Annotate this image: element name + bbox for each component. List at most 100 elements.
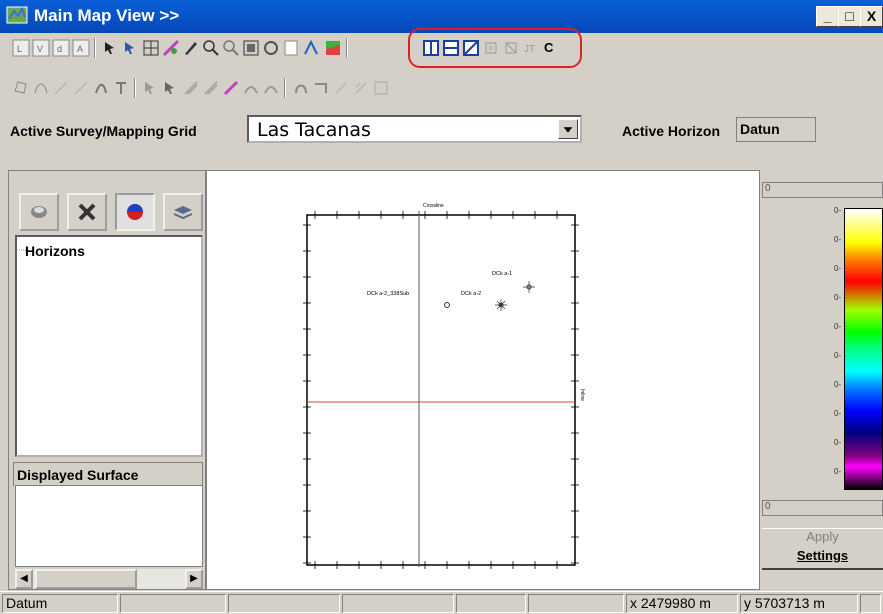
trace2-icon[interactable] bbox=[262, 79, 280, 97]
snap-icon[interactable] bbox=[292, 79, 310, 97]
scroll-thumb[interactable] bbox=[35, 569, 137, 589]
well-marker-1[interactable] bbox=[444, 302, 450, 308]
draw-icon[interactable] bbox=[182, 39, 200, 57]
tb-d-icon[interactable]: d bbox=[52, 39, 70, 57]
fault-tab-button[interactable] bbox=[67, 193, 107, 231]
fault-icon[interactable] bbox=[112, 79, 130, 97]
app-map-icon bbox=[6, 6, 28, 24]
layers-icon bbox=[173, 206, 193, 220]
tb-l-icon[interactable]: L bbox=[12, 39, 30, 57]
svg-text:d: d bbox=[57, 44, 62, 54]
status-cell-3 bbox=[228, 594, 340, 613]
well-marker-2[interactable] bbox=[495, 299, 507, 311]
status-y-coord: y 5703713 m bbox=[740, 594, 858, 613]
measure-icon[interactable] bbox=[162, 39, 180, 57]
svg-text:V: V bbox=[37, 44, 43, 54]
color-scale-tick-label: 0- bbox=[834, 235, 842, 244]
info-icon[interactable] bbox=[282, 39, 300, 57]
trace-icon[interactable] bbox=[242, 79, 260, 97]
survey-grid-value: Las Tacanas bbox=[257, 119, 371, 141]
zoom-out-icon[interactable] bbox=[222, 39, 240, 57]
status-cell-6 bbox=[528, 594, 624, 613]
edit-icon[interactable] bbox=[92, 79, 110, 97]
snap5-icon[interactable] bbox=[372, 79, 390, 97]
surface-icon[interactable] bbox=[324, 39, 342, 57]
map-canvas[interactable]: Crossline Inline DCk a-2_338Sub DCk a-2 … bbox=[206, 170, 760, 590]
horizon-tree[interactable]: Horizons bbox=[15, 235, 203, 457]
status-cell-4 bbox=[342, 594, 454, 613]
well-marker-3[interactable] bbox=[523, 281, 535, 293]
snap3-icon[interactable] bbox=[332, 79, 350, 97]
grid-icon[interactable] bbox=[142, 39, 160, 57]
tree-item-horizons[interactable]: Horizons bbox=[25, 243, 85, 259]
layers-tab-button[interactable] bbox=[163, 193, 203, 231]
highlight-annotation bbox=[408, 28, 582, 68]
polygon-icon[interactable] bbox=[12, 79, 30, 97]
horizon-icon bbox=[31, 206, 47, 218]
pick-icon[interactable] bbox=[142, 79, 160, 97]
left-panel: Horizons Displayed Surface ◀ ▶ bbox=[8, 170, 206, 590]
zoom-in-icon[interactable] bbox=[202, 39, 220, 57]
window-title: Main Map View >> bbox=[34, 6, 180, 25]
pick3-icon[interactable] bbox=[182, 79, 200, 97]
active-horizon-field[interactable]: Datun bbox=[736, 117, 816, 142]
dropdown-arrow-icon[interactable] bbox=[558, 119, 578, 139]
color-scale-tick-label: 0- bbox=[834, 206, 842, 215]
pen-icon[interactable] bbox=[72, 79, 90, 97]
color-scale-tick-label: 0- bbox=[834, 322, 842, 331]
color-scale-max[interactable]: 0 bbox=[762, 182, 883, 198]
svg-text:A: A bbox=[77, 44, 83, 54]
status-cell-2 bbox=[120, 594, 226, 613]
snap4-icon[interactable] bbox=[352, 79, 370, 97]
snap2-icon[interactable] bbox=[312, 79, 330, 97]
svg-text:L: L bbox=[17, 44, 22, 54]
curve-icon[interactable] bbox=[32, 79, 50, 97]
color-scale-bar bbox=[844, 208, 883, 490]
color-scale-panel: 0 0- 0- 0- 0- 0- 0- 0- 0- 0- 0- 0 Apply Settings bbox=[760, 176, 883, 590]
horizontal-scrollbar[interactable]: ◀ ▶ bbox=[15, 569, 203, 589]
pick2-icon[interactable] bbox=[162, 79, 180, 97]
resize-grip-icon[interactable] bbox=[860, 594, 881, 613]
rotate-icon[interactable] bbox=[262, 39, 280, 57]
color-scale-tick-label: 0- bbox=[834, 351, 842, 360]
color-scale-tick-label: 0- bbox=[834, 264, 842, 273]
move-icon[interactable] bbox=[122, 39, 140, 57]
zoom-box-icon[interactable] bbox=[242, 39, 260, 57]
color-scale-tick-label: 0- bbox=[834, 438, 842, 447]
tb-a-icon[interactable]: A bbox=[72, 39, 90, 57]
pick4-icon[interactable] bbox=[202, 79, 220, 97]
close-button[interactable]: X bbox=[860, 6, 883, 27]
color-scale-tick-label: 0- bbox=[834, 409, 842, 418]
toolbar-row-2 bbox=[8, 75, 508, 101]
displayed-surface-label: Displayed Surface bbox=[17, 467, 139, 483]
well-icon[interactable] bbox=[302, 39, 320, 57]
settings-button[interactable]: Settings bbox=[762, 548, 883, 570]
well-label-3: DCk a-1 bbox=[492, 271, 512, 277]
displayed-surface-list[interactable] bbox=[15, 485, 203, 567]
line-icon[interactable] bbox=[52, 79, 70, 97]
status-x-coord: x 2479980 m bbox=[626, 594, 738, 613]
status-cell-5 bbox=[456, 594, 526, 613]
map-drawing[interactable]: Crossline Inline DCk a-2_338Sub DCk a-2 … bbox=[207, 171, 759, 589]
survey-grid-select[interactable]: Las Tacanas bbox=[247, 115, 582, 143]
color-scale-tick-label: 0- bbox=[834, 293, 842, 302]
active-horizon-label: Active Horizon bbox=[622, 123, 721, 139]
horizon-tab-button[interactable] bbox=[19, 193, 59, 231]
select-icon[interactable] bbox=[102, 39, 120, 57]
color-scale-tick-label: 0- bbox=[834, 380, 842, 389]
surface-tab-button[interactable] bbox=[115, 193, 155, 231]
survey-grid-label: Active Survey/Mapping Grid bbox=[10, 123, 197, 139]
map-frame bbox=[306, 214, 576, 566]
minimize-button[interactable]: _ bbox=[816, 6, 839, 27]
tb-v-icon[interactable]: V bbox=[32, 39, 50, 57]
apply-button[interactable]: Apply bbox=[762, 528, 883, 546]
scroll-right-icon[interactable]: ▶ bbox=[185, 569, 203, 589]
pick5-icon[interactable] bbox=[222, 79, 240, 97]
color-scale-min[interactable]: 0 bbox=[762, 500, 883, 516]
inline-label: Inline bbox=[579, 389, 585, 401]
maximize-button[interactable]: □ bbox=[838, 6, 861, 27]
scroll-left-icon[interactable]: ◀ bbox=[15, 569, 33, 589]
surface-tab-icon bbox=[127, 204, 143, 220]
crossline-label: Crossline bbox=[423, 203, 444, 209]
status-bar: Datum x 2479980 m y 5703713 m bbox=[0, 591, 883, 614]
